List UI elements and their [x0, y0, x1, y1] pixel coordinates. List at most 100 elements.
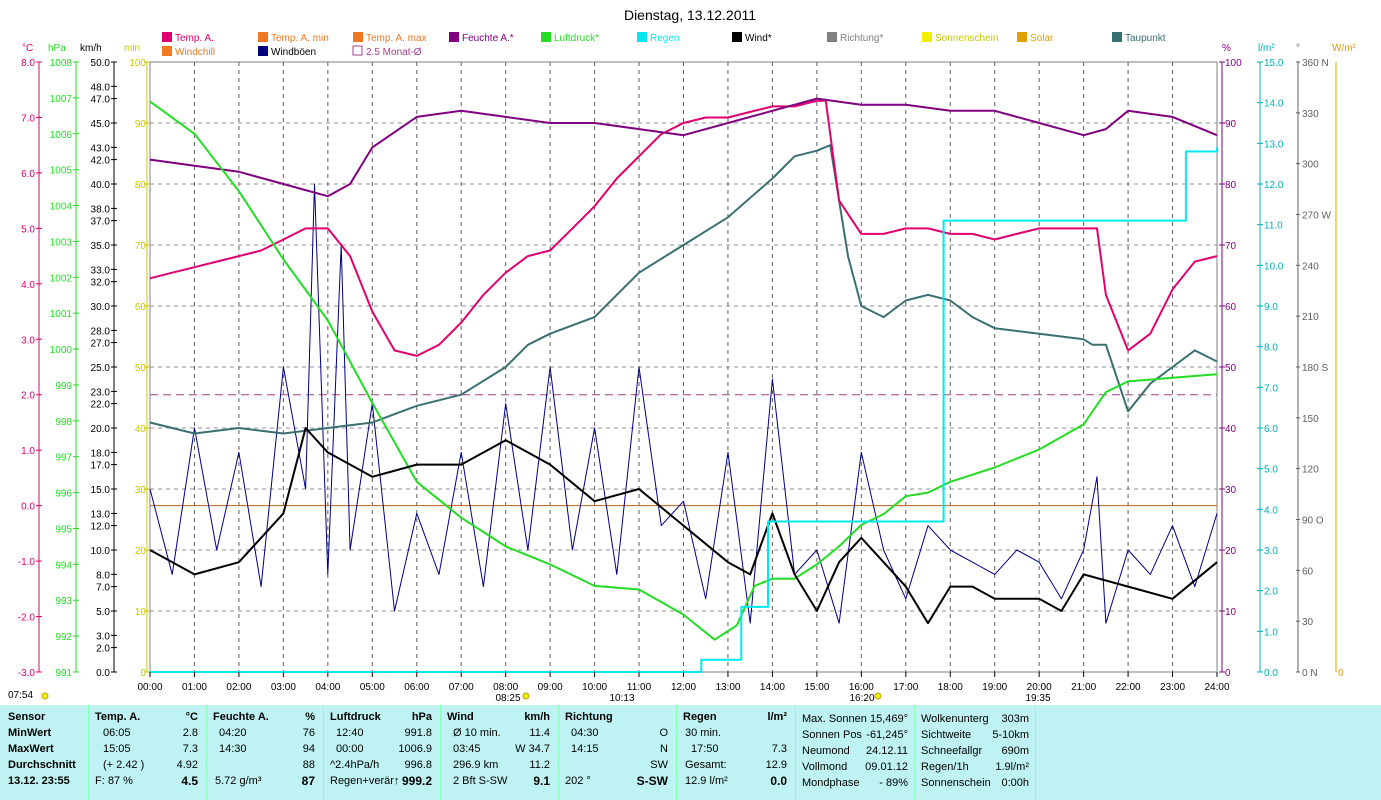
time-tick-label: 13:00	[715, 682, 740, 693]
wind-axis-tick-label: 15.0	[91, 485, 111, 496]
wind-axis-tick-label: 12.0	[91, 522, 111, 533]
legend-swatch	[541, 32, 551, 42]
stats-wind-panel: Wind km/h Ø 10 min. 11.4 03:45 W 34.7 296.9…	[441, 705, 559, 800]
rain-max-value: 7.3	[771, 743, 787, 755]
wind-unit: km/h	[524, 711, 550, 723]
rain-current-value: 0.0	[770, 774, 787, 788]
wind-axis-tick-label: 7.0	[96, 583, 110, 594]
legend-swatch	[353, 32, 363, 42]
humidity-unit-label: %	[1222, 43, 1231, 54]
sun-marker-label: 19:35	[1025, 693, 1050, 704]
legend-swatch	[258, 46, 268, 56]
rain-total-value: 12.9	[765, 759, 787, 771]
time-tick-label: 15:00	[804, 682, 829, 693]
time-tick-label: 22:00	[1116, 682, 1141, 693]
rain-axis-tick-label: 9.0	[1264, 302, 1278, 313]
humidity-axis-tick-label: 100	[1225, 58, 1242, 69]
astro-full-moon-value: 09.01.12	[865, 761, 908, 773]
wind-axis-tick-label: 35.0	[91, 241, 111, 252]
temp-min-value: 2.8	[182, 727, 198, 739]
temp-current-value: 4.5	[181, 774, 198, 788]
astro-moon-phase-value: - 89%	[879, 777, 908, 789]
temp-axis-tick-label: 5.0	[21, 224, 35, 235]
astro-new-moon-label: Neumond	[802, 745, 850, 757]
pressure-axis-tick-label: 997	[55, 453, 72, 464]
pressure-axis-tick-label: 1006	[50, 130, 73, 141]
misc-cloud-base-value: 303m	[1001, 713, 1029, 725]
time-tick-label: 21:00	[1071, 682, 1096, 693]
solar-unit-label: W/m²	[1332, 43, 1357, 54]
pressure-axis-tick-label: 1000	[50, 345, 73, 356]
time-axis: 00:00 01:00 02:00 03:00 04:00 05:00 06:00 07:00…	[8, 672, 1230, 704]
wind-axis-tick-label: 43.0	[91, 143, 111, 154]
legend-swatch	[732, 32, 742, 42]
legend-label: Regen	[650, 33, 679, 44]
min-axis-tick-label: 10	[135, 607, 147, 618]
rain-30min-label: 30 min.	[685, 727, 722, 739]
min-axis-tick-label: 50	[135, 363, 147, 374]
wind-avg10-label: Ø 10 min.	[453, 727, 501, 739]
rain-axis-tick-label: 3.0	[1264, 546, 1278, 557]
time-tick-label: 08:00	[493, 682, 518, 693]
rain-axis-tick-label: 12.0	[1264, 180, 1284, 191]
misc-snowline-label: Schneefallgr	[921, 745, 983, 757]
pressure-unit-label: hPa	[48, 43, 66, 54]
time-tick-label: 09:00	[538, 682, 563, 693]
time-tick-label: 18:00	[938, 682, 963, 693]
legend-label: 2.5 Monat-Ø	[366, 47, 422, 58]
rain-axis-tick-label: 8.0	[1264, 343, 1278, 354]
humidity-axis-tick-label: 60	[1225, 302, 1237, 313]
humidity-axis-tick-label: 0	[1225, 668, 1231, 679]
pressure-axis-tick-label: 996	[55, 489, 72, 500]
temp-axis-tick-label: 7.0	[21, 113, 35, 124]
wind-axis-tick-label: 2.0	[96, 644, 110, 655]
humidity-max-value: 94	[302, 743, 315, 755]
rain-max-time: 17:50	[691, 743, 719, 755]
stats-rain-panel: Regen l/m² 30 min. 17:50 7.3 Gesamt: 12.9 1…	[677, 705, 796, 800]
rain-axis-tick-label: 2.0	[1264, 587, 1278, 598]
pressure-axis-tick-label: 1008	[50, 58, 73, 69]
legend-swatch	[258, 32, 268, 42]
legend-label: Temp. A. max	[366, 33, 427, 44]
rain-title: Regen	[683, 711, 717, 723]
direction-axis-tick-label: 330	[1302, 109, 1319, 120]
temp-axis-tick-label: 8.0	[21, 58, 35, 69]
legend-swatch	[162, 32, 172, 42]
humidity-axis-tick-label: 50	[1225, 363, 1237, 374]
direction-unit-label: °	[1296, 43, 1300, 54]
direction-axis-tick-label: 360 N	[1302, 58, 1329, 69]
temp-axis-tick-label: -3.0	[18, 668, 36, 679]
pressure-current-value: 999.2	[401, 774, 432, 788]
row-label-current: 13.12. 23:55	[8, 775, 70, 787]
time-tick-label: 17:00	[893, 682, 918, 693]
rain-unit: l/m²	[767, 711, 787, 723]
time-tick-label: 24:00	[1204, 682, 1229, 693]
rain-axis-tick-label: 4.0	[1264, 505, 1278, 516]
pressure-max-time: 00:00	[336, 743, 364, 755]
wind-avg10-value: 11.4	[529, 727, 550, 739]
direction-axis-tick-label: 180 S	[1302, 363, 1328, 374]
rain-axis-tick-label: 6.0	[1264, 424, 1278, 435]
legend-label: Solar	[1030, 33, 1054, 44]
legend-label: Feuchte A.*	[462, 33, 514, 44]
sensor-title: Sensor	[8, 711, 46, 723]
legend-swatch	[449, 32, 459, 42]
humidity-axis-tick-label: 70	[1225, 241, 1237, 252]
pressure-axis-tick-label: 992	[55, 632, 72, 643]
sun-icon	[522, 692, 530, 700]
chart-title: Dienstag, 13.12.2011	[624, 7, 756, 23]
temp-axis-tick-label: 2.0	[21, 391, 35, 402]
time-tick-label: 05:00	[360, 682, 385, 693]
wind-max-value: W 34.7	[515, 743, 550, 755]
pressure-axis-tick-label: 994	[55, 560, 72, 571]
min-axis-tick-label: 80	[135, 180, 147, 191]
wind-max-time: 03:45	[453, 743, 481, 755]
min-axis-tick-label: 90	[135, 119, 147, 130]
rain-axis-tick-label: 10.0	[1264, 261, 1284, 272]
rain-axis-tick-label: 0.0	[1264, 668, 1278, 679]
wind-axis-tick-label: 3.0	[96, 631, 110, 642]
legend: Temp. A. Temp. A. min Temp. A. max Feuchte …	[162, 32, 1166, 58]
wind-axis-tick-label: 17.0	[91, 461, 111, 472]
pressure-axis-tick-label: 993	[55, 596, 72, 607]
legend-label: Sonnenschein	[935, 33, 998, 44]
